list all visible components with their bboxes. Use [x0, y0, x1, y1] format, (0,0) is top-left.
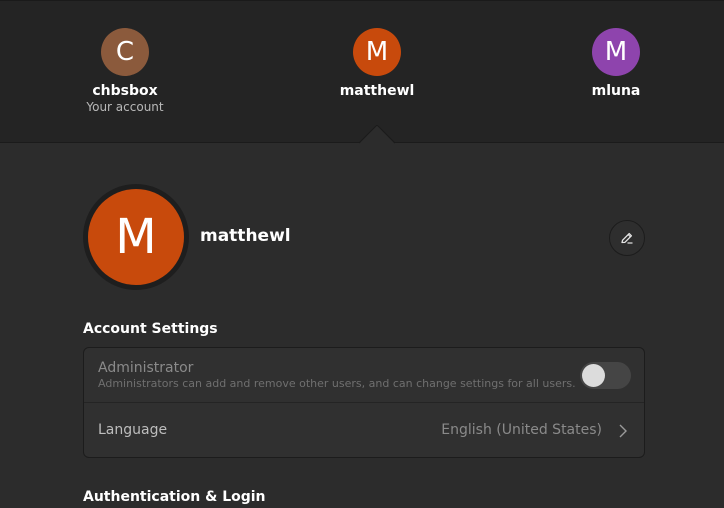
user-subtitle: Your account: [86, 100, 164, 114]
administrator-toggle[interactable]: [580, 362, 631, 389]
avatar-initial: M: [365, 37, 389, 67]
pencil-icon: [621, 232, 633, 244]
edit-name-button[interactable]: [609, 220, 645, 256]
user-card-mluna[interactable]: M mluna: [546, 28, 686, 99]
profile-name: matthewl: [200, 226, 291, 246]
administrator-label: Administrator: [98, 360, 194, 376]
user-card-chbsbox[interactable]: C chbsbox Your account: [55, 28, 195, 114]
language-row[interactable]: Language English (United States): [84, 403, 644, 458]
avatar: M: [353, 28, 401, 76]
user-carousel: C chbsbox Your account M matthewl M mlun…: [0, 0, 724, 143]
user-name: matthewl: [339, 83, 415, 99]
user-name: mluna: [591, 83, 641, 99]
avatar-initial: M: [604, 37, 628, 67]
language-label: Language: [98, 422, 168, 438]
administrator-row: Administrator Administrators can add and…: [84, 348, 644, 403]
user-card-matthewl[interactable]: M matthewl: [307, 28, 447, 99]
chevron-right-icon: [619, 424, 627, 438]
account-settings-list: Administrator Administrators can add and…: [83, 347, 645, 458]
user-name: chbsbox: [92, 83, 158, 99]
avatar-initial: C: [115, 37, 135, 67]
profile-avatar-ring: M: [83, 184, 189, 290]
avatar: M: [592, 28, 640, 76]
account-settings-heading: Account Settings: [83, 321, 218, 337]
authentication-heading: Authentication & Login: [83, 489, 266, 505]
avatar: C: [101, 28, 149, 76]
profile-avatar: M: [88, 189, 184, 285]
profile-avatar-initial: M: [115, 209, 157, 265]
administrator-description: Administrators can add and remove other …: [98, 377, 576, 390]
toggle-knob: [582, 364, 605, 387]
selected-user-pointer: [359, 125, 395, 144]
language-value: English (United States): [441, 422, 602, 438]
